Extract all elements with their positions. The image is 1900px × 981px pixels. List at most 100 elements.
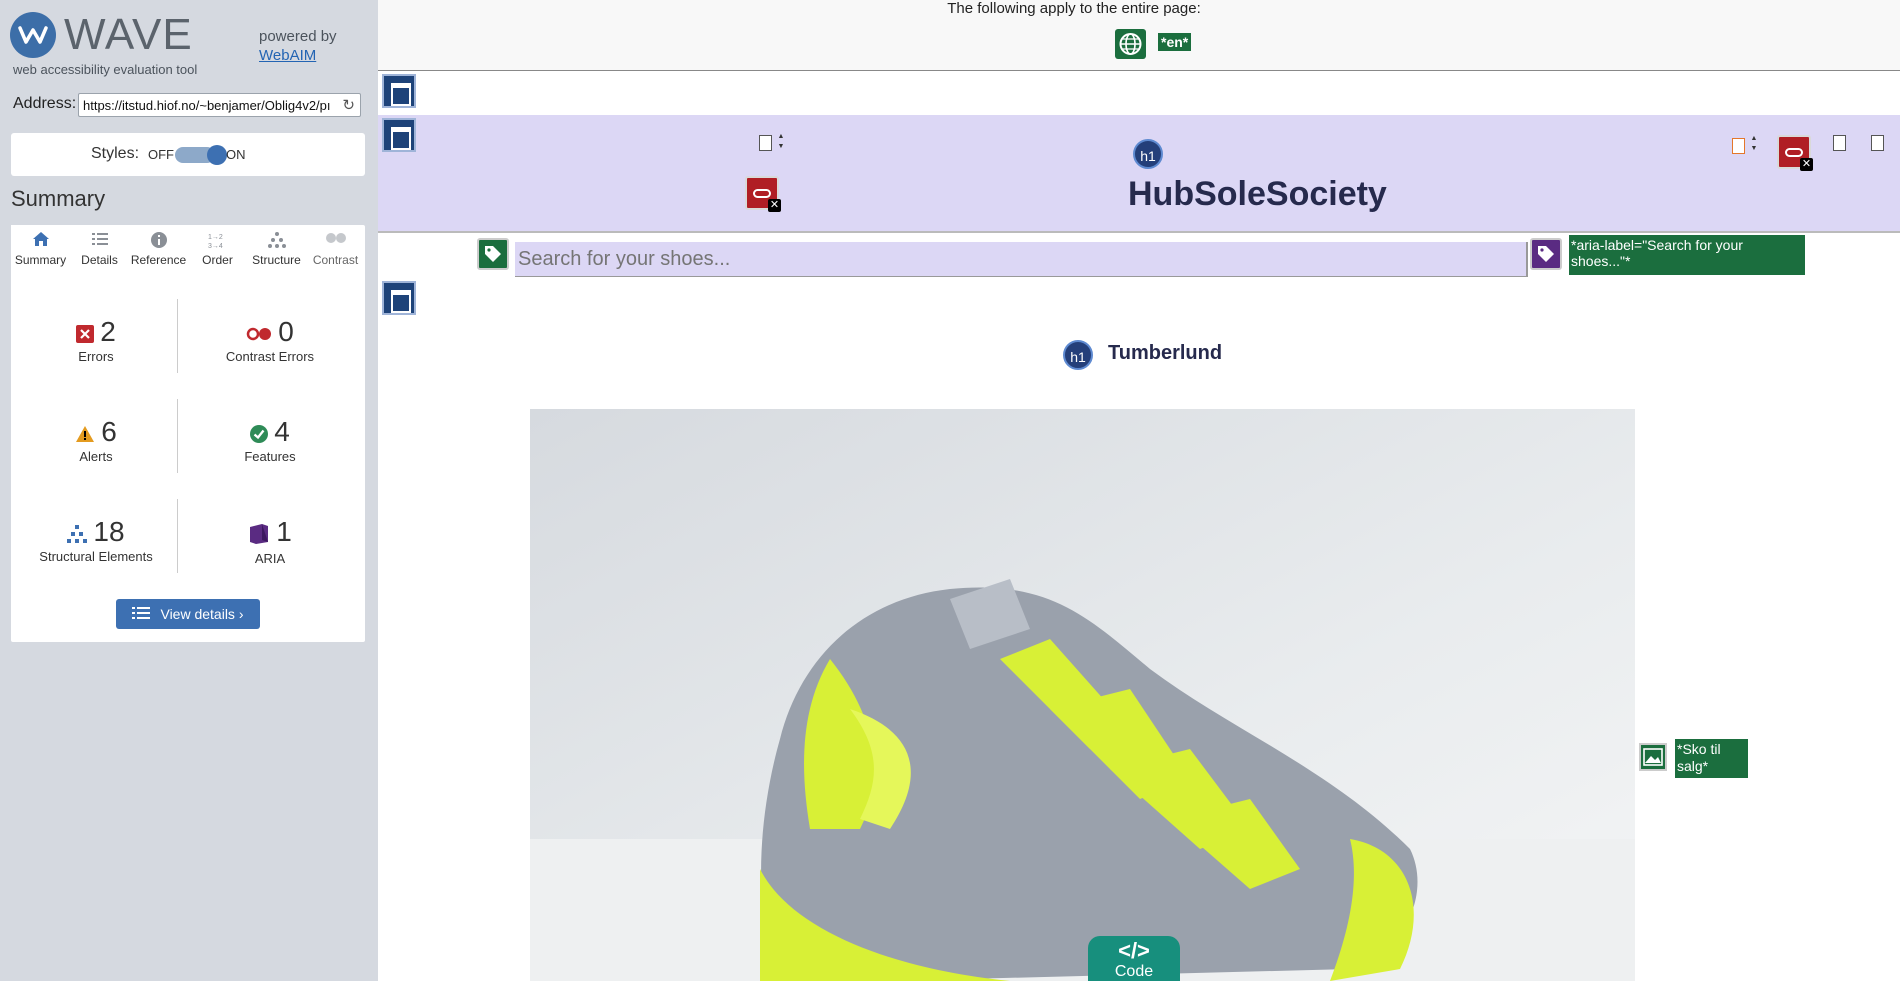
- errors-label: Errors: [78, 349, 114, 365]
- features-count: 4: [274, 416, 290, 447]
- tab-summary[interactable]: Summary: [11, 225, 70, 277]
- page-wide-bar: The following apply to the entire page: …: [378, 0, 1900, 71]
- spinner-right[interactable]: ▲ ▼: [1748, 134, 1760, 156]
- language-globe-icon[interactable]: [1115, 29, 1146, 59]
- language-tag: *en*: [1158, 33, 1192, 51]
- checkbox-left[interactable]: [759, 135, 772, 151]
- nav-region-icon[interactable]: [382, 118, 416, 152]
- structural-count: 18: [93, 516, 125, 547]
- view-details-label: View details ›: [160, 606, 244, 622]
- aria-label-tag-icon[interactable]: [1530, 238, 1562, 270]
- svg-text:1→2: 1→2: [208, 234, 223, 241]
- h1-badge[interactable]: h1: [1063, 340, 1093, 370]
- aria-count: 1: [276, 516, 292, 547]
- code-icon: </>: [1118, 938, 1150, 963]
- label-tag-icon[interactable]: [477, 238, 509, 270]
- reload-icon[interactable]: ↻: [342, 96, 355, 114]
- alerts-label: Alerts: [79, 449, 113, 465]
- code-button-label: Code: [1114, 963, 1154, 980]
- list-icon: [132, 600, 151, 630]
- h1-badge[interactable]: h1: [1133, 139, 1163, 169]
- tab-reference[interactable]: Reference: [129, 225, 188, 277]
- shoe-image: [530, 409, 1635, 981]
- main-region-icon[interactable]: [382, 281, 416, 315]
- stat-features[interactable]: 4 Features: [185, 416, 355, 464]
- feature-icon: [250, 425, 269, 448]
- search-input[interactable]: [515, 242, 1521, 276]
- alerts-count: 6: [101, 416, 117, 447]
- contrast-icon: [306, 231, 365, 251]
- stat-alerts[interactable]: 6 Alerts: [11, 416, 181, 464]
- error-icon: [76, 325, 95, 348]
- order-icon: 1→2 3→4: [188, 231, 247, 251]
- styles-card: Styles: OFF ON: [11, 133, 365, 176]
- styles-on-label: ON: [226, 147, 246, 162]
- header-region-icon[interactable]: [382, 74, 416, 108]
- close-icon: ✕: [1800, 158, 1813, 171]
- home-icon: [11, 231, 70, 251]
- panel-tabs: Summary Details Reference 1→23→4 Order: [11, 225, 365, 277]
- aria-icon: [248, 523, 270, 550]
- checkbox-right-1[interactable]: [1833, 135, 1846, 151]
- site-title: HubSoleSociety: [1128, 175, 1387, 213]
- contrast-errors-count: 0: [278, 316, 294, 347]
- summary-heading: Summary: [11, 186, 106, 211]
- checkbox-right-2[interactable]: [1871, 135, 1884, 151]
- wave-brand: WAVE: [64, 10, 193, 59]
- structural-label: Structural Elements: [39, 549, 153, 565]
- alt-text-tag: *Sko til salg*: [1675, 739, 1748, 778]
- tab-label: Summary: [14, 253, 67, 267]
- view-details-button[interactable]: View details ›: [116, 599, 260, 629]
- tab-label: Order: [202, 253, 233, 267]
- wave-logo-icon: [10, 12, 56, 58]
- webaim-link[interactable]: WebAIM: [259, 46, 337, 65]
- address-label: Address:: [13, 95, 77, 112]
- styles-toggle-knob[interactable]: [207, 145, 227, 165]
- styles-label: Styles:: [91, 145, 140, 162]
- aria-label: ARIA: [254, 551, 286, 567]
- tab-details[interactable]: Details: [70, 225, 129, 277]
- code-toggle-button[interactable]: </> Code: [1088, 936, 1180, 981]
- tab-structure[interactable]: Structure: [247, 225, 306, 277]
- broken-link-error-icon[interactable]: ✕: [1777, 135, 1813, 171]
- product-title: Tumberlund: [1108, 342, 1223, 364]
- address-input[interactable]: [79, 94, 337, 116]
- tab-label: Structure: [252, 253, 301, 267]
- search-field: [515, 242, 1528, 277]
- styles-off-label: OFF: [148, 147, 174, 162]
- tab-order[interactable]: 1→2 3→4 Order: [188, 225, 247, 277]
- applies-text: The following apply to the entire page:: [947, 0, 1201, 17]
- aria-label-tag: *aria-label="Search for your shoes..."*: [1569, 235, 1805, 275]
- alert-icon: [75, 425, 95, 448]
- alt-text-image-icon[interactable]: [1639, 743, 1667, 771]
- tab-label: Details: [81, 253, 118, 267]
- spinner-left[interactable]: ▲ ▼: [775, 132, 787, 154]
- tab-label: Reference: [130, 253, 187, 267]
- powered-by-text: powered by: [259, 28, 337, 45]
- features-label: Features: [244, 449, 296, 465]
- wave-subtitle: web accessibility evaluation tool: [13, 62, 198, 77]
- broken-link-error-icon[interactable]: ✕: [745, 176, 781, 212]
- list-icon: [70, 231, 129, 251]
- tab-label: Contrast: [312, 253, 359, 267]
- evaluated-page: The following apply to the entire page: …: [378, 0, 1900, 981]
- powered-by: powered by WebAIM: [259, 27, 337, 65]
- info-icon: [129, 231, 188, 251]
- stat-aria[interactable]: 1 ARIA: [185, 516, 355, 566]
- stat-errors[interactable]: 2 Errors: [11, 316, 181, 364]
- svg-text:3→4: 3→4: [208, 243, 223, 249]
- errors-count: 2: [100, 316, 116, 347]
- contrast-errors-label: Contrast Errors: [225, 349, 315, 364]
- stat-contrast-errors[interactable]: 0 Contrast Errors: [185, 316, 355, 364]
- contrast-error-icon: [246, 327, 272, 346]
- address-bar: ↻: [78, 93, 361, 117]
- tab-contrast[interactable]: Contrast: [306, 225, 365, 277]
- wave-sidebar: WAVE web accessibility evaluation tool p…: [0, 0, 378, 981]
- site-header: [378, 115, 1900, 233]
- summary-panel: Summary Details Reference 1→23→4 Order: [11, 225, 365, 642]
- checkbox-orange[interactable]: [1732, 138, 1745, 154]
- product-image: [530, 409, 1635, 981]
- structure-icon: [247, 231, 306, 251]
- stat-structural[interactable]: 18 Structural Elements: [11, 516, 181, 564]
- close-icon: ✕: [768, 199, 781, 212]
